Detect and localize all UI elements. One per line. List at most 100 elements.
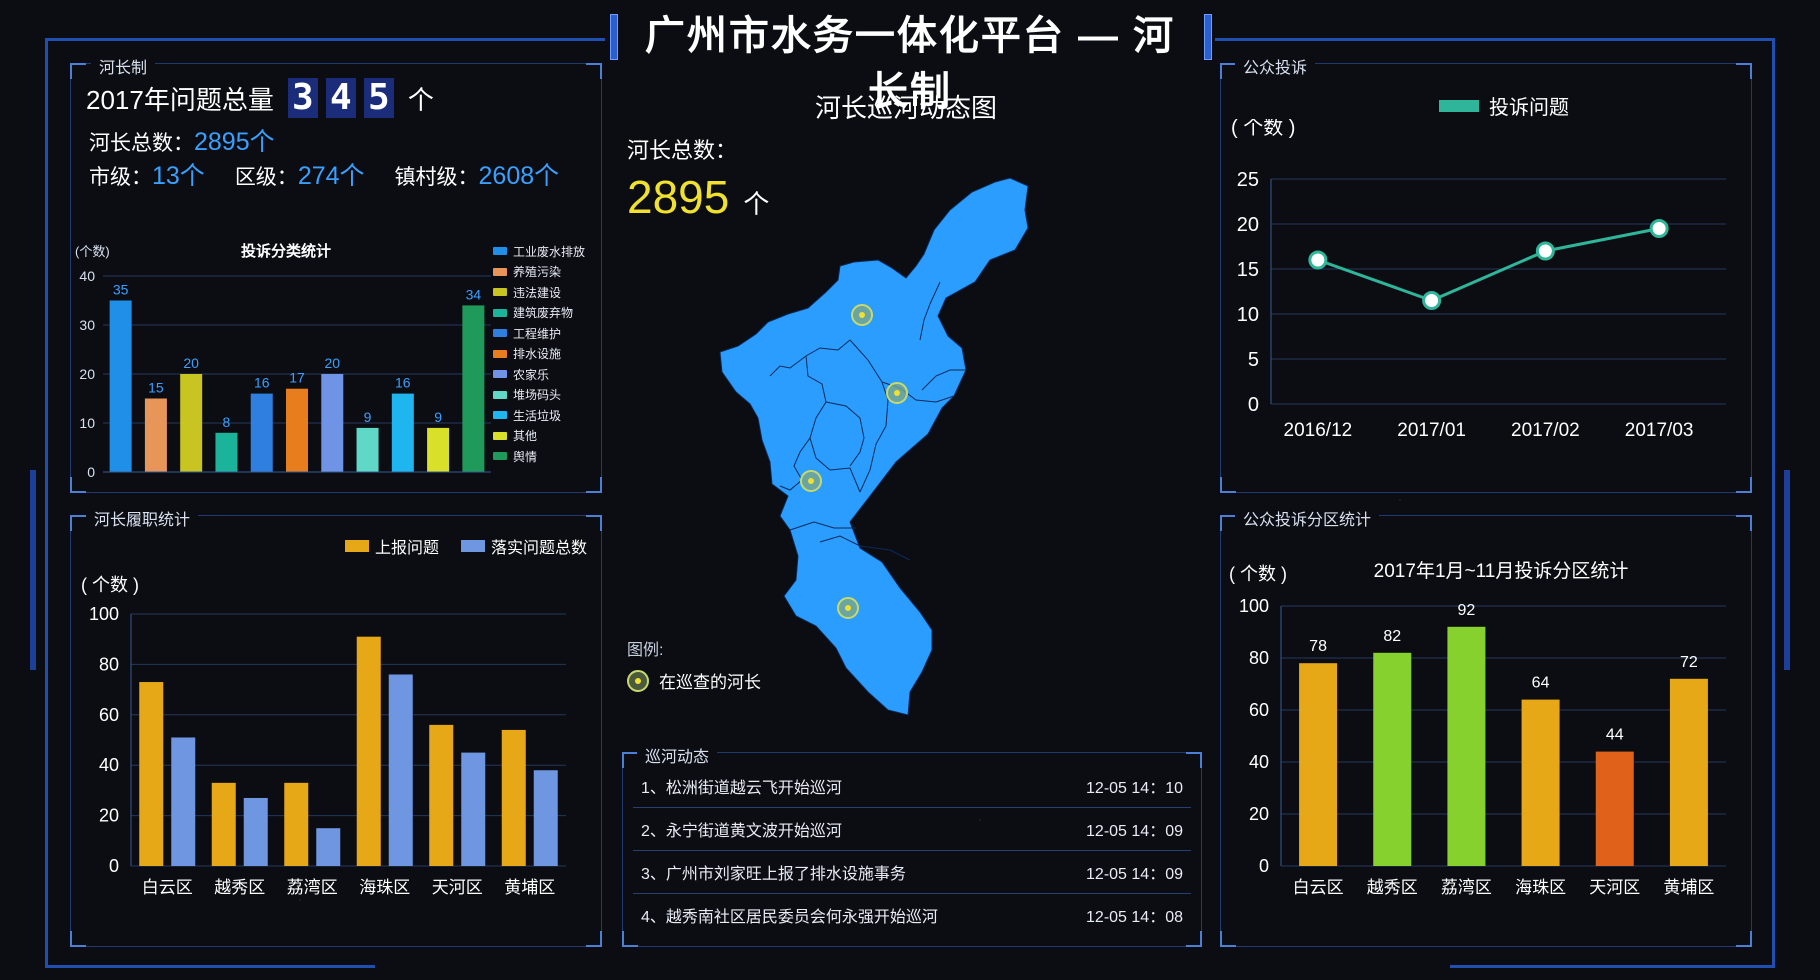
legend-swatch (493, 247, 507, 256)
data-point (1308, 250, 1328, 270)
complaint-legend-label: 投诉问题 (1489, 97, 1569, 119)
chart-title: 2017年1月~11月投诉分区统计 (1374, 560, 1629, 582)
map-legend-title: 图例: (627, 642, 664, 659)
frame-bottom-left (45, 965, 375, 968)
bar (215, 432, 238, 472)
legend-item: 工业废水排放 (493, 241, 585, 262)
bar (286, 388, 308, 472)
x-tick-label: 2017/03 (1625, 420, 1694, 441)
legend-item: 工程维护 (493, 323, 585, 344)
y-tick-label: 5 (1248, 349, 1259, 371)
x-tick-label: 2017/01 (1397, 420, 1466, 441)
frame-top-left (45, 38, 605, 41)
legend-label: 建筑废弃物 (513, 306, 574, 321)
y-tick-label: 30 (79, 317, 95, 333)
x-tick-label: 天河区 (1589, 878, 1640, 897)
legend-item: 农家乐 (493, 364, 585, 385)
data-label: 15 (148, 380, 164, 396)
y-axis-label: ( 个数 ) (1231, 119, 1295, 139)
performance-chart: ( 个数 ) 0 20 40 60 80 100 白云区 越秀区 荔湾区 海珠区 天河区 黄埔区 (81, 575, 566, 897)
chart-title: 投诉分类统计 (241, 242, 331, 260)
bar (1447, 626, 1486, 866)
x-tick-label: 越秀区 (214, 878, 265, 897)
corner-tl (70, 515, 86, 531)
frame-right (1772, 38, 1775, 968)
bar (427, 427, 450, 472)
patrol-text: 1、松洲街道越云飞开始巡河 (641, 780, 842, 797)
data-label: 8 (223, 414, 231, 430)
map-region[interactable] (719, 177, 1029, 716)
y-tick-label: 80 (1249, 648, 1269, 668)
legend-swatch (344, 540, 369, 552)
y-tick-label: 100 (89, 604, 119, 624)
complaint-panel: 公众投诉 投诉问题 ( 个数 ) 0 5 10 15 20 25 2016/12 2017/01… (1220, 54, 1752, 493)
bar (1373, 652, 1412, 866)
legend-swatch (493, 452, 507, 461)
legend-label: 养殖污染 (513, 265, 562, 280)
list-item[interactable]: 3、广州市刘家旺上报了排水设施事务 12-05 14：09 (633, 851, 1191, 894)
y-tick-label: 15 (1237, 259, 1259, 281)
legend-swatch (493, 431, 507, 440)
data-label: 78 (1309, 638, 1327, 655)
corner-tl (1220, 63, 1236, 79)
x-tick-label: 白云区 (1293, 878, 1344, 897)
data-label: 44 (1606, 727, 1624, 744)
data-label: 64 (1532, 675, 1550, 692)
guangzhou-map (719, 177, 1029, 716)
bar (388, 674, 413, 866)
bar (391, 393, 414, 472)
frame-bottom-right (1450, 965, 1775, 968)
district-level-label: 区级： (234, 166, 298, 189)
list-item[interactable]: 2、永宁街道黄文波开始巡河 12-05 14：09 (633, 808, 1191, 851)
corner-br (586, 477, 602, 493)
x-tick-label: 黄埔区 (504, 878, 555, 897)
bar (461, 752, 486, 866)
list-item[interactable]: 1、松洲街道越云飞开始巡河 12-05 14：10 (633, 765, 1191, 808)
title-bar-right (1204, 14, 1212, 60)
map-chief-total-label: 河长总数： (627, 138, 738, 163)
legend-item: 养殖污染 (493, 262, 585, 283)
bar (139, 682, 164, 866)
y-tick-label: 0 (1259, 856, 1269, 876)
legend-swatch (1439, 99, 1479, 112)
panel-title: 巡河动态 (637, 743, 718, 767)
patrol-text: 4、越秀南社区居民委员会何永强开始巡河 (641, 909, 938, 926)
y-tick-label: 20 (1237, 214, 1259, 236)
complaint-category-chart: (个数) 投诉分类统计 0 10 20 30 40 35 15 20 8 16 17 20 9 16 9 34 (75, 242, 491, 480)
river-chief-panel: 河长制 2017年问题总量 3 4 5 个 河长总数：2895个 市级：13个 … (70, 54, 602, 493)
legend-label: 其他 (513, 429, 538, 444)
y-axis-label: ( 个数 ) (1229, 564, 1287, 584)
legend-swatch (493, 288, 507, 297)
bar (144, 398, 167, 472)
list-item[interactable]: 4、越秀南社区居民委员会何永强开始巡河 12-05 14：08 (633, 894, 1191, 936)
data-label: 35 (113, 282, 129, 298)
legend-label: 工程维护 (513, 326, 562, 341)
performance-legend: 上报问题 落实问题总数 (344, 534, 587, 558)
patrol-panel: 巡河动态 1、松洲街道越云飞开始巡河 12-05 14：10 2、永宁街道黄文波开… (622, 743, 1202, 947)
title-bar-left (610, 14, 618, 60)
patrol-text: 3、广州市刘家旺上报了排水设施事务 (641, 866, 906, 883)
bar (243, 797, 268, 866)
data-label: 9 (364, 409, 372, 425)
frame-left-accent (30, 470, 36, 670)
y-tick-label: 80 (99, 654, 119, 674)
legend-label: 排水设施 (513, 347, 562, 362)
y-tick-label: 60 (1249, 700, 1269, 720)
bar (250, 393, 273, 472)
bar (211, 782, 236, 866)
bar (501, 729, 526, 866)
total-problems-row: 2017年问题总量 3 4 5 个 (86, 78, 434, 118)
legend-swatch (460, 540, 485, 552)
data-label: 9 (434, 409, 442, 425)
y-tick-label: 25 (1237, 169, 1259, 191)
legend-item: 其他 (493, 426, 585, 447)
y-axis-label: ( 个数 ) (81, 575, 139, 595)
data-point (1649, 219, 1669, 238)
data-label: 72 (1680, 654, 1698, 671)
x-tick-label: 荔湾区 (1441, 878, 1492, 897)
map-title: 河长巡河动态图 (815, 93, 998, 123)
y-tick-label: 100 (1239, 596, 1269, 616)
legend-label: 堆场码头 (513, 388, 562, 403)
legend-item: 违法建设 (493, 282, 585, 303)
x-tick-label: 海珠区 (1515, 878, 1566, 897)
